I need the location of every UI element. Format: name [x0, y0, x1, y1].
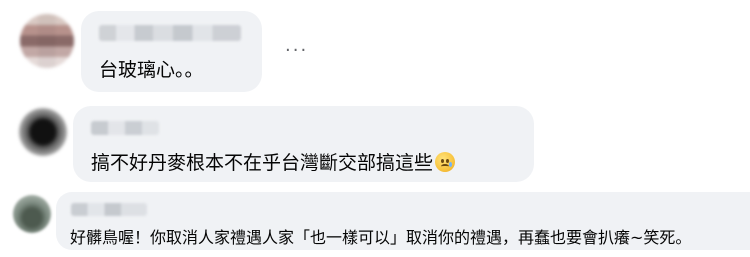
comment-3-author-name-blurred[interactable]: [71, 203, 147, 216]
comment-3-avatar[interactable]: [13, 195, 51, 233]
comment-3-text: 好髒鳥喔！你取消人家禮遇人家「也一樣可以」取消你的禮遇，再蠢也要會扒癢~笑死。: [70, 228, 692, 247]
comment-3-bubble: 好髒鳥喔！你取消人家禮遇人家「也一樣可以」取消你的禮遇，再蠢也要會扒癢~笑死。: [56, 192, 750, 250]
comment-3: 好髒鳥喔！你取消人家禮遇人家「也一樣可以」取消你的禮遇，再蠢也要會扒癢~笑死。: [0, 0, 750, 257]
